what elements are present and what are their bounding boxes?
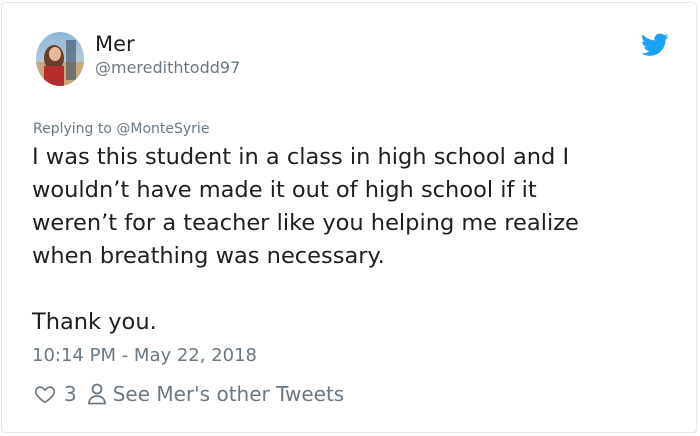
like-count[interactable]: 3 [64,382,77,406]
timestamp[interactable]: 10:14 PM - May 22, 2018 [32,343,257,369]
replying-to[interactable]: Replying to @MonteSyrie [33,119,209,139]
person-icon[interactable] [87,383,107,405]
avatar[interactable] [36,32,84,86]
twitter-bird-icon[interactable] [641,33,669,57]
author-name[interactable]: Mer [95,31,135,57]
tweet-body: I was this student in a class in high sc… [32,141,652,273]
see-other-tweets-link[interactable]: See Mer's other Tweets [113,382,345,406]
tweet-actions: 3 See Mer's other Tweets [34,379,344,409]
heart-icon[interactable] [34,383,56,405]
author-handle[interactable]: @meredithtodd97 [95,58,240,78]
tweet-closing: Thank you. [32,309,157,335]
tweet-body-text: I was this student in a class in high sc… [32,144,579,269]
